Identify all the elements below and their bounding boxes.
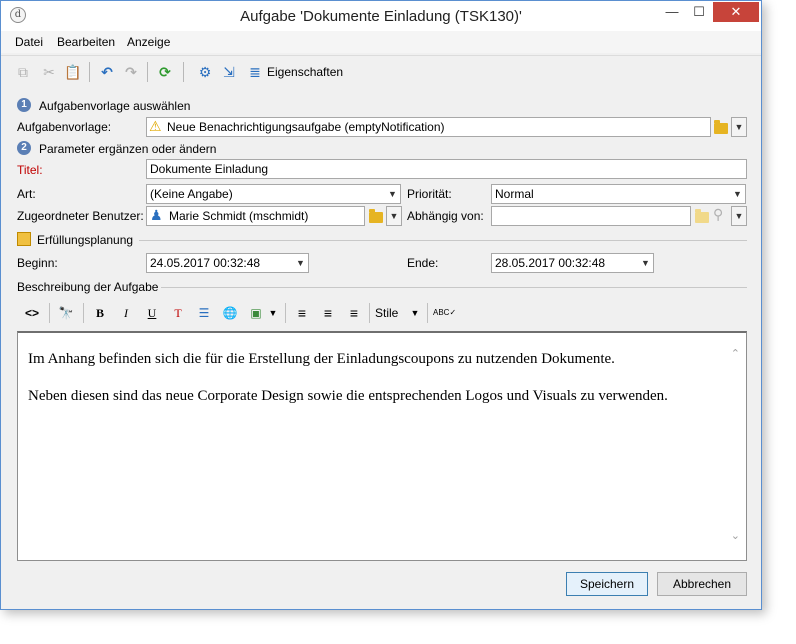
- toolbar-separator: [285, 303, 286, 323]
- source-icon[interactable]: <>: [21, 303, 43, 323]
- list-icon[interactable]: ☰: [195, 303, 213, 323]
- ende-input[interactable]: 28.05.2017 00:32:48: [491, 253, 639, 273]
- folder-icon[interactable]: [369, 209, 383, 223]
- maximize-button[interactable]: ☐: [686, 2, 712, 22]
- toolbar-separator: [427, 303, 428, 323]
- description-title: Beschreibung der Aufgabe: [17, 280, 159, 294]
- ende-dropdown-button[interactable]: ▼: [638, 253, 654, 273]
- style-select[interactable]: Stile: [375, 303, 403, 323]
- calendar-icon: [17, 232, 31, 246]
- cut-icon[interactable]: ✂: [39, 62, 59, 82]
- editor-toolbar: <> 🔭 B I U T ☰ 🌐 ▣ ▼ ≡ ≡ ≡ Stile ▼ ABC✓: [15, 299, 747, 327]
- prioritaet-dropdown-button[interactable]: ▼: [730, 184, 746, 204]
- settings-icon[interactable]: ⚙: [195, 62, 215, 82]
- beginn-label: Beginn:: [17, 256, 58, 270]
- export-icon[interactable]: ⇲: [219, 62, 239, 82]
- cancel-button[interactable]: Abbrechen: [657, 572, 747, 596]
- template-label: Aufgabenvorlage:: [17, 120, 112, 134]
- redo-icon[interactable]: ↷: [121, 62, 141, 82]
- copy-icon[interactable]: ⧉: [13, 62, 33, 82]
- step-number-1: 1: [17, 98, 31, 112]
- title-bar: d Aufgabe 'Dokumente Einladung (TSK130)'…: [1, 1, 761, 31]
- underline-icon[interactable]: U: [143, 303, 161, 323]
- abhaengig-label: Abhängig von:: [407, 209, 484, 223]
- abhaengig-dropdown-button[interactable]: ▼: [731, 206, 747, 226]
- titel-input[interactable]: Dokumente Einladung: [146, 159, 747, 179]
- search-icon[interactable]: ⚲: [713, 206, 723, 223]
- section-title-parameters: Parameter ergänzen oder ändern: [39, 142, 217, 156]
- minimize-button[interactable]: —: [659, 2, 685, 22]
- template-dropdown-button[interactable]: ▼: [731, 117, 747, 137]
- section-title-template: Aufgabenvorlage auswählen: [39, 99, 191, 113]
- beginn-dropdown-button[interactable]: ▼: [293, 253, 309, 273]
- description-paragraph: Neben diesen sind das neue Corporate Des…: [28, 388, 668, 404]
- align-left-icon[interactable]: ≡: [293, 303, 311, 323]
- align-center-icon[interactable]: ≡: [319, 303, 337, 323]
- save-button[interactable]: Speichern: [566, 572, 648, 596]
- template-field[interactable]: ⚠ Neue Benachrichtigungsaufgabe (emptyNo…: [146, 117, 711, 137]
- benutzer-value: Marie Schmidt (mschmidt): [169, 209, 309, 223]
- main-toolbar: ⧉ ✂ 📋 ↶ ↷ ⟳ ⚙ ⇲ ≣ Eigenschaften: [1, 55, 761, 87]
- prioritaet-select[interactable]: Normal: [491, 184, 731, 204]
- undo-icon[interactable]: ↶: [97, 62, 117, 82]
- template-value: Neue Benachrichtigungsaufgabe (emptyNoti…: [167, 120, 445, 134]
- bold-icon[interactable]: B: [91, 303, 109, 323]
- italic-icon[interactable]: I: [117, 303, 135, 323]
- art-select[interactable]: (Keine Angabe): [146, 184, 386, 204]
- toolbar-separator: [49, 303, 50, 323]
- description-editor[interactable]: Im Anhang befinden sich die für die Erst…: [17, 331, 747, 561]
- ende-label: Ende:: [407, 256, 439, 270]
- section-divider: [139, 240, 747, 241]
- prioritaet-label: Priorität:: [407, 187, 452, 201]
- art-dropdown-button[interactable]: ▼: [385, 184, 401, 204]
- folder-icon[interactable]: [695, 209, 709, 223]
- align-right-icon[interactable]: ≡: [345, 303, 363, 323]
- window-title: Aufgabe 'Dokumente Einladung (TSK130)': [240, 8, 522, 25]
- find-icon[interactable]: 🔭: [55, 303, 77, 323]
- toolbar-separator: [183, 62, 184, 82]
- style-dropdown-icon[interactable]: ▼: [409, 303, 421, 323]
- close-button[interactable]: ✕: [713, 2, 759, 22]
- warning-icon: ⚠: [149, 118, 162, 134]
- task-dialog-window: d Aufgabe 'Dokumente Einladung (TSK130)'…: [0, 0, 762, 610]
- benutzer-dropdown-button[interactable]: ▼: [386, 206, 402, 226]
- benutzer-field[interactable]: ♟ Marie Schmidt (mschmidt): [146, 206, 365, 226]
- clear-format-icon[interactable]: T: [169, 303, 187, 323]
- properties-button-label[interactable]: Eigenschaften: [267, 65, 343, 79]
- description-paragraph: Im Anhang befinden sich die für die Erst…: [28, 351, 615, 367]
- toolbar-separator: [369, 303, 370, 323]
- toolbar-separator: [147, 62, 148, 82]
- benutzer-label: Zugeordneter Benutzer:: [17, 209, 144, 223]
- menu-datei[interactable]: Datei: [15, 35, 43, 49]
- paste-icon[interactable]: 📋: [63, 62, 83, 82]
- refresh-icon[interactable]: ⟳: [155, 62, 175, 82]
- spellcheck-icon[interactable]: ABC✓: [433, 303, 456, 323]
- titel-label: Titel:: [17, 163, 43, 177]
- section-divider: [161, 287, 747, 288]
- toolbar-separator: [89, 62, 90, 82]
- link-icon[interactable]: 🌐: [221, 303, 239, 323]
- menu-bearbeiten[interactable]: Bearbeiten: [57, 35, 115, 49]
- image-icon[interactable]: ▣: [247, 303, 265, 323]
- abhaengig-input[interactable]: [491, 206, 691, 226]
- folder-icon[interactable]: [714, 120, 728, 134]
- properties-icon[interactable]: ≣: [245, 62, 265, 82]
- toolbar-separator: [83, 303, 84, 323]
- planning-title: Erfüllungsplanung: [37, 233, 134, 247]
- image-dropdown-icon[interactable]: ▼: [267, 303, 279, 323]
- user-icon: ♟: [150, 207, 163, 223]
- beginn-input[interactable]: 24.05.2017 00:32:48: [146, 253, 294, 273]
- art-label: Art:: [17, 187, 36, 201]
- menu-bar: Datei Bearbeiten Anzeige: [1, 31, 761, 53]
- step-number-2: 2: [17, 141, 31, 155]
- scroll-up-icon[interactable]: ⌃: [731, 347, 740, 360]
- scroll-down-icon[interactable]: ⌄: [731, 529, 740, 542]
- menu-anzeige[interactable]: Anzeige: [127, 35, 170, 49]
